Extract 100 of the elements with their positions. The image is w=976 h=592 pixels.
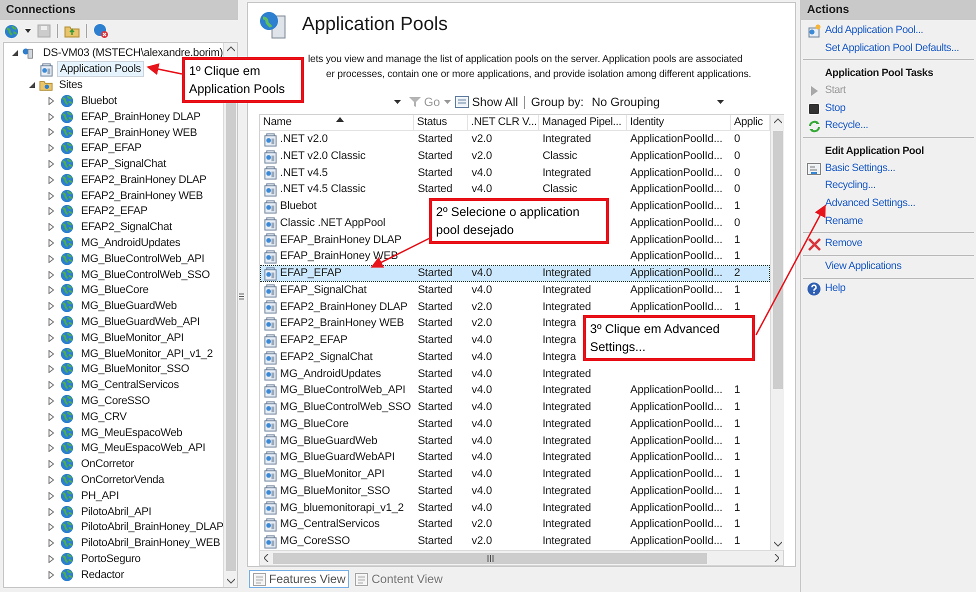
tree-item[interactable]: MG_CoreSSO: [81, 393, 150, 410]
table-cell: v4.0: [472, 451, 492, 464]
table-cell: 0: [734, 166, 740, 179]
splitter-grip-icon[interactable]: [239, 292, 244, 300]
action-link[interactable]: View Applications: [825, 258, 902, 275]
tree-item[interactable]: Application Pools: [57, 61, 144, 77]
scroll-up-icon[interactable]: [227, 46, 235, 52]
column-header[interactable]: Name: [260, 115, 414, 130]
tree-item[interactable]: MG_MeuEspacoWeb_API: [81, 440, 206, 456]
table-cell: v4.0: [472, 350, 492, 363]
group-by-dropdown[interactable]: No Grouping: [592, 93, 724, 111]
tree-item[interactable]: EFAP2_BrainHoney WEB: [81, 188, 203, 204]
tree-item[interactable]: MG_BlueControlWeb_API: [81, 250, 204, 267]
table-cell: ApplicationPoolId...: [630, 434, 722, 447]
tree-item[interactable]: Sites: [56, 77, 86, 93]
globe-icon: [60, 204, 74, 218]
tree-item[interactable]: EFAP2_BrainHoney DLAP: [81, 172, 206, 188]
view-tab[interactable]: Content View: [351, 570, 447, 588]
table-cell: Started: [418, 267, 452, 280]
dropdown-arrow-icon[interactable]: [394, 100, 401, 104]
table-cell: Started: [418, 150, 452, 162]
table-cell: ApplicationPoolId...: [630, 166, 722, 179]
tree-item[interactable]: OnCorretorVenda: [81, 472, 164, 488]
show-all-button[interactable]: Show All: [455, 93, 518, 111]
scroll-down-icon[interactable]: [774, 541, 782, 547]
tree-item[interactable]: MG_BlueGuardWeb_API: [81, 314, 200, 330]
tree-item[interactable]: EFAP_EFAP: [81, 140, 142, 156]
table-cell-text: EFAP_SignalChat: [280, 282, 367, 298]
tree-item[interactable]: MG_AndroidUpdates: [81, 235, 180, 252]
folder-up-icon[interactable]: [64, 24, 80, 38]
scroll-left-icon[interactable]: [264, 554, 269, 562]
scroll-up-icon[interactable]: [774, 118, 782, 124]
globe-icon: [60, 378, 74, 392]
tree-item[interactable]: MG_BlueCore: [81, 282, 148, 298]
dropdown-arrow-icon[interactable]: [25, 29, 31, 33]
action-link[interactable]: Advanced Settings...: [825, 196, 916, 212]
tree-item[interactable]: Redactor: [81, 566, 124, 583]
refresh-icon: [808, 120, 820, 133]
action-link[interactable]: Add Application Pool...: [825, 22, 924, 39]
table-cell-text: EFAP2_EFAP: [280, 333, 348, 348]
tree-item[interactable]: EFAP_SignalChat: [81, 156, 166, 172]
tree-item[interactable]: PH_API: [81, 488, 119, 504]
tree-item[interactable]: PilotoAbril_BrainHoney_WEB: [81, 535, 220, 552]
scroll-down-icon[interactable]: [227, 578, 235, 584]
app-pool-icon: [263, 282, 278, 298]
column-header[interactable]: Managed Pipel...: [539, 115, 627, 130]
action-link[interactable]: Help: [825, 281, 846, 298]
column-header[interactable]: Identity: [627, 115, 731, 130]
tree-item[interactable]: MG_BlueGuardWeb: [81, 298, 177, 314]
table-cell: v2.0: [472, 150, 492, 162]
tree-item[interactable]: PilotoAbril_API: [81, 504, 152, 520]
tree-item[interactable]: MG_CRV: [81, 408, 127, 425]
app-pool-icon: [39, 62, 54, 76]
selected-row[interactable]: EFAP_EFAP Started v4.0 Integrated ApplicationPoolId... 2: [260, 265, 770, 282]
app-pool-icon: [263, 450, 278, 466]
disconnect-icon[interactable]: [93, 23, 109, 39]
action-link[interactable]: Set Application Pool Defaults...: [825, 40, 959, 56]
table-cell: ApplicationPoolId...: [630, 535, 722, 548]
tree-item[interactable]: MG_CentralServicos: [81, 377, 179, 394]
annotation-callout: 3º Clique em Advanced Settings...: [583, 315, 755, 361]
tree-item[interactable]: MG_BlueControlWeb_SSO: [81, 266, 210, 283]
tree-item[interactable]: EFAP_BrainHoney WEB: [81, 124, 198, 140]
table-cell: v2.0: [472, 518, 492, 530]
collapse-arrow-icon[interactable]: [28, 81, 36, 89]
tree-item[interactable]: PortoSeguro: [81, 551, 141, 568]
horizontal-scrollbar[interactable]: [260, 550, 783, 565]
table-cell: v4.0: [472, 284, 492, 296]
scrollbar[interactable]: [770, 115, 784, 550]
table-cell: Started: [418, 368, 452, 380]
table-cell-text: .NET v2.0 Classic: [280, 148, 366, 164]
collapse-arrow-icon[interactable]: [11, 48, 19, 56]
action-link[interactable]: Remove: [825, 236, 862, 252]
tree-item[interactable]: MG_BlueMonitor_API: [81, 330, 184, 346]
scroll-right-icon[interactable]: [774, 554, 779, 562]
globe-icon: [60, 488, 74, 503]
table-cell: Integra: [542, 350, 576, 363]
table-cell: 0: [734, 183, 740, 196]
description-text: lets you view and manage the list of application pools on the server. Application pools are associated: [308, 53, 743, 67]
tree-item[interactable]: OnCorretor: [81, 456, 134, 472]
tree-item[interactable]: Bluebot: [81, 92, 117, 109]
tree-item[interactable]: EFAP_BrainHoney DLAP: [81, 108, 201, 125]
action-link[interactable]: Recycle...: [825, 118, 868, 134]
table-cell-text: EFAP_BrainHoney DLAP: [280, 232, 402, 248]
action-link[interactable]: Basic Settings...: [825, 160, 896, 177]
globe-icon: [60, 172, 74, 187]
action-link[interactable]: Recycling...: [825, 178, 876, 194]
view-tab[interactable]: Features View: [249, 570, 350, 588]
tree-item[interactable]: EFAP2_EFAP: [81, 203, 148, 220]
filter-icon: [409, 96, 421, 108]
tree-item[interactable]: PilotoAbril_BrainHoney_DLAP: [81, 519, 223, 536]
table-cell: Integrated: [542, 434, 591, 447]
tree-item[interactable]: MG_BlueMonitor_API_v1_2: [81, 346, 213, 362]
column-header[interactable]: Status: [414, 115, 468, 130]
action-link[interactable]: Stop: [825, 100, 846, 116]
tree-item[interactable]: MG_BlueMonitor_SSO: [81, 361, 190, 378]
action-link[interactable]: Rename: [825, 214, 863, 230]
column-header[interactable]: .NET CLR V...: [468, 115, 539, 130]
app-pool-icon: [263, 466, 278, 482]
tree-item[interactable]: MG_MeuEspacoWeb: [81, 424, 182, 441]
tree-item[interactable]: EFAP2_SignalChat: [81, 219, 172, 236]
